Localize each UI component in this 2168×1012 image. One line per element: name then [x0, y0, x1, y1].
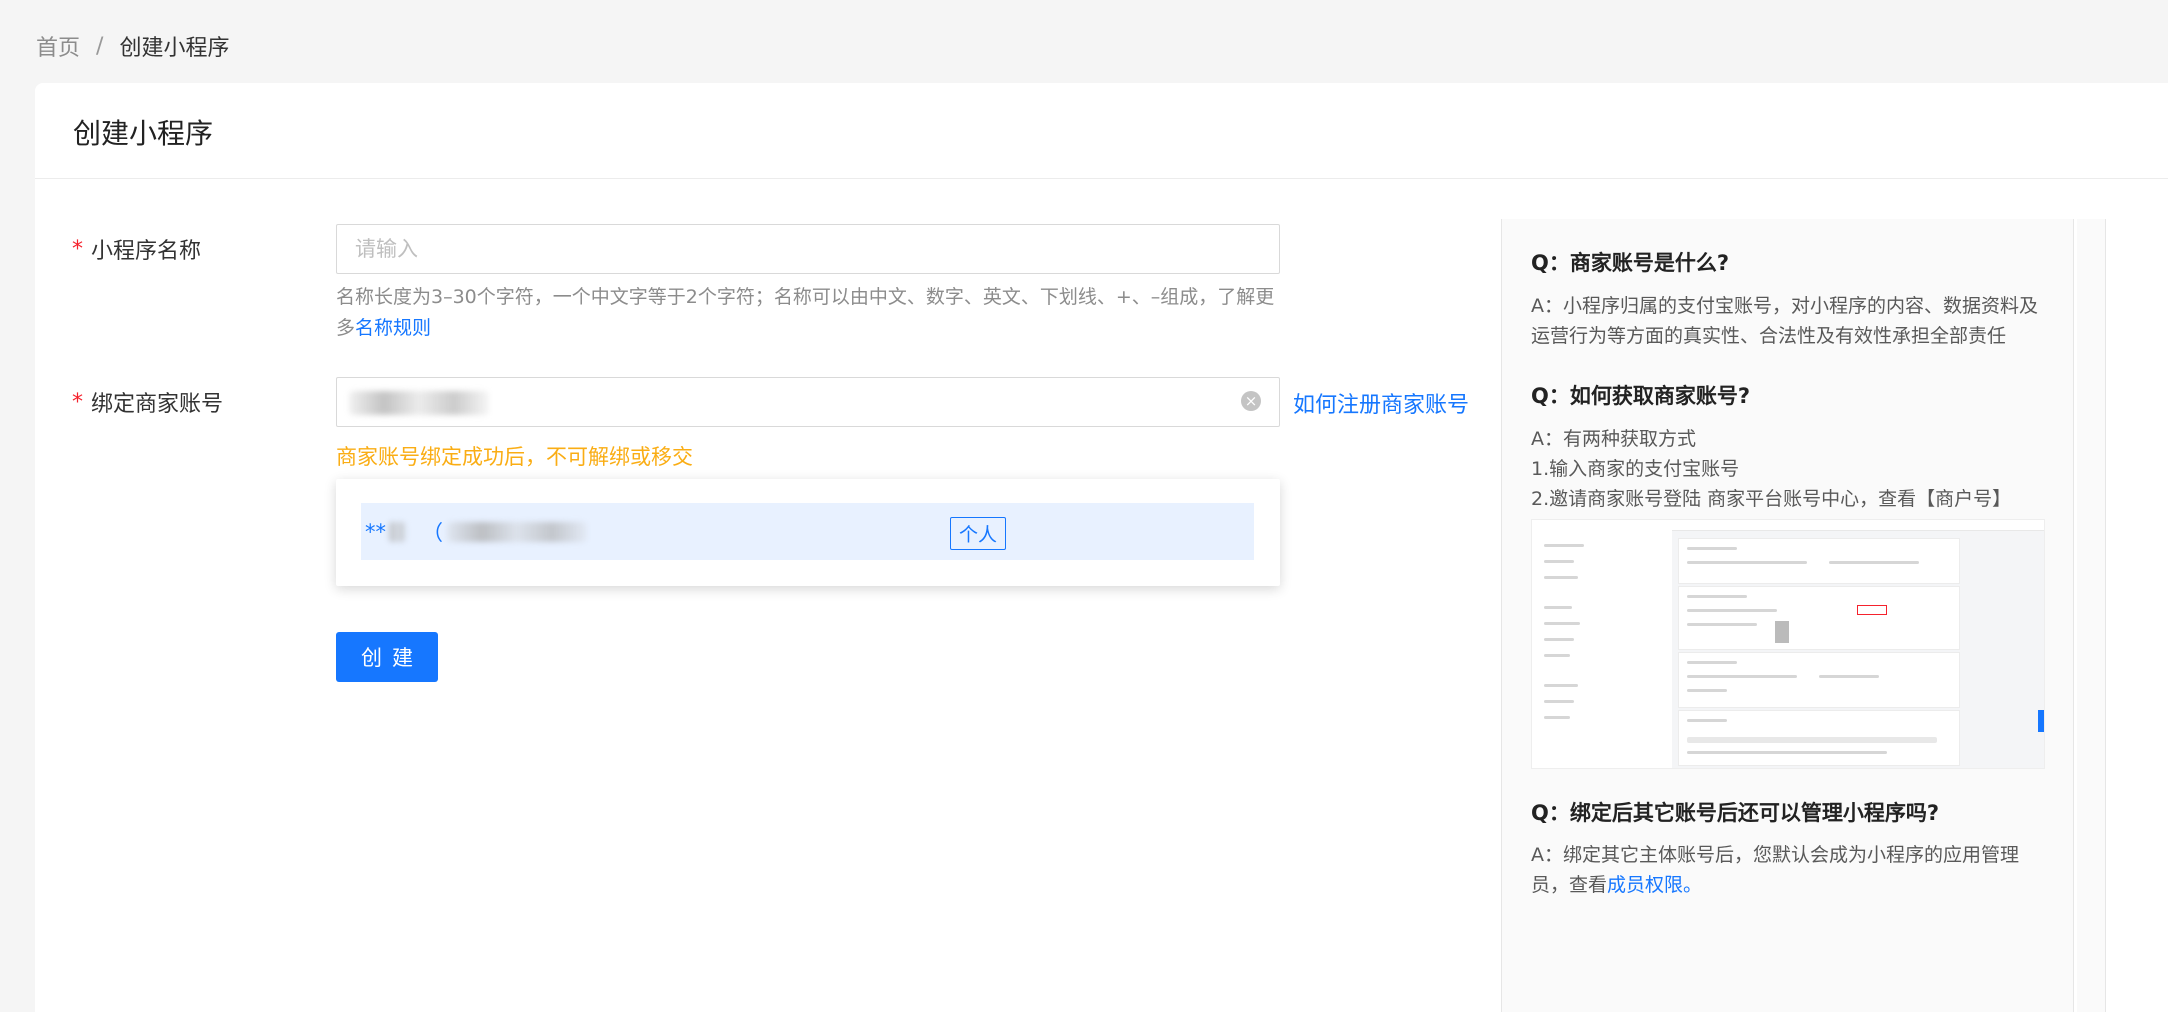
member-permissions-link[interactable]: 成员权限。 — [1607, 874, 1702, 896]
merchant-label-text: 绑定商家账号 — [91, 392, 224, 417]
name-rules-link[interactable]: 名称规则 — [355, 317, 431, 339]
required-mark: * — [72, 389, 83, 415]
merchant-input[interactable]: × — [336, 377, 1280, 427]
faq-question-1: Q：商家账号是什么? — [1531, 251, 1730, 275]
faq-panel: Q：商家账号是什么? A：小程序归属的支付宝账号，对小程序的内容、数据资料及运营… — [1501, 219, 2074, 1012]
breadcrumb: 首页 / 创建小程序 — [36, 30, 229, 62]
redacted-account — [447, 521, 587, 542]
faq-answer-2-line-2: 1.输入商家的支付宝账号 — [1531, 458, 1740, 480]
breadcrumb-current: 创建小程序 — [119, 36, 230, 61]
breadcrumb-home[interactable]: 首页 — [36, 30, 80, 62]
faq-answer-3-text: A：绑定其它主体账号后，您默认会成为小程序的应用管理员，查看 — [1531, 844, 2019, 896]
register-merchant-link[interactable]: 如何注册商家账号 — [1293, 387, 1469, 419]
screenshot-panel-2 — [1678, 586, 1960, 650]
merchant-platform-screenshot — [1531, 519, 2045, 769]
account-type-tag: 个人 — [950, 517, 1007, 550]
name-help-prefix: 名称长度为3–30个字符，一个中文字等于2个字符；名称可以由中文、数字、英文、下… — [336, 286, 1275, 339]
faq-answer-3: A：绑定其它主体账号后，您默认会成为小程序的应用管理员，查看成员权限。 — [1531, 840, 2051, 900]
faq-scroll-strip — [2077, 219, 2106, 1012]
merchant-warning-text: 商家账号绑定成功后，不可解绑或移交 — [336, 445, 693, 469]
merchant-field-label: * 绑定商家账号 — [72, 386, 223, 418]
name-help-text: 名称长度为3–30个字符，一个中文字等于2个字符；名称可以由中文、数字、英文、下… — [336, 282, 1276, 344]
create-button[interactable]: 创建 — [336, 632, 438, 682]
page-title: 创建小程序 — [73, 117, 214, 150]
merchant-option[interactable]: ** （ 个人 — [361, 503, 1254, 560]
screenshot-panel-1 — [1678, 538, 1960, 584]
clear-circle-icon[interactable]: × — [1241, 391, 1261, 411]
breadcrumb-separator: / — [96, 33, 104, 59]
merchant-dropdown: ** （ 个人 — [336, 479, 1280, 586]
faq-answer-2-line-3: 2.邀请商家账号登陆 商家平台账号中心，查看【商户号】 — [1531, 488, 2012, 510]
option-paren: （ — [422, 520, 443, 545]
option-masked-name: ** — [365, 519, 386, 544]
redacted-account-value — [349, 391, 489, 415]
screenshot-panel-3 — [1678, 652, 1960, 708]
name-input[interactable] — [337, 225, 1279, 273]
redacted-name — [388, 521, 406, 542]
screenshot-panel-4 — [1678, 710, 1960, 766]
name-field-label: * 小程序名称 — [72, 233, 201, 265]
screenshot-sidebar — [1532, 530, 1672, 768]
required-mark: * — [72, 236, 83, 262]
name-label-text: 小程序名称 — [91, 239, 202, 264]
screenshot-side-button — [2038, 710, 2044, 732]
name-input-wrapper — [336, 224, 1280, 274]
faq-answer-1: A：小程序归属的支付宝账号，对小程序的内容、数据资料及运营行为等方面的真实性、合… — [1531, 295, 2038, 347]
faq-question-2: Q：如何获取商家账号? — [1531, 384, 1751, 408]
faq-question-3: Q：绑定后其它账号后还可以管理小程序吗? — [1531, 801, 1940, 825]
card-header: 创建小程序 — [35, 83, 2168, 179]
faq-answer-2-line-1: A：有两种获取方式 — [1531, 428, 1696, 450]
